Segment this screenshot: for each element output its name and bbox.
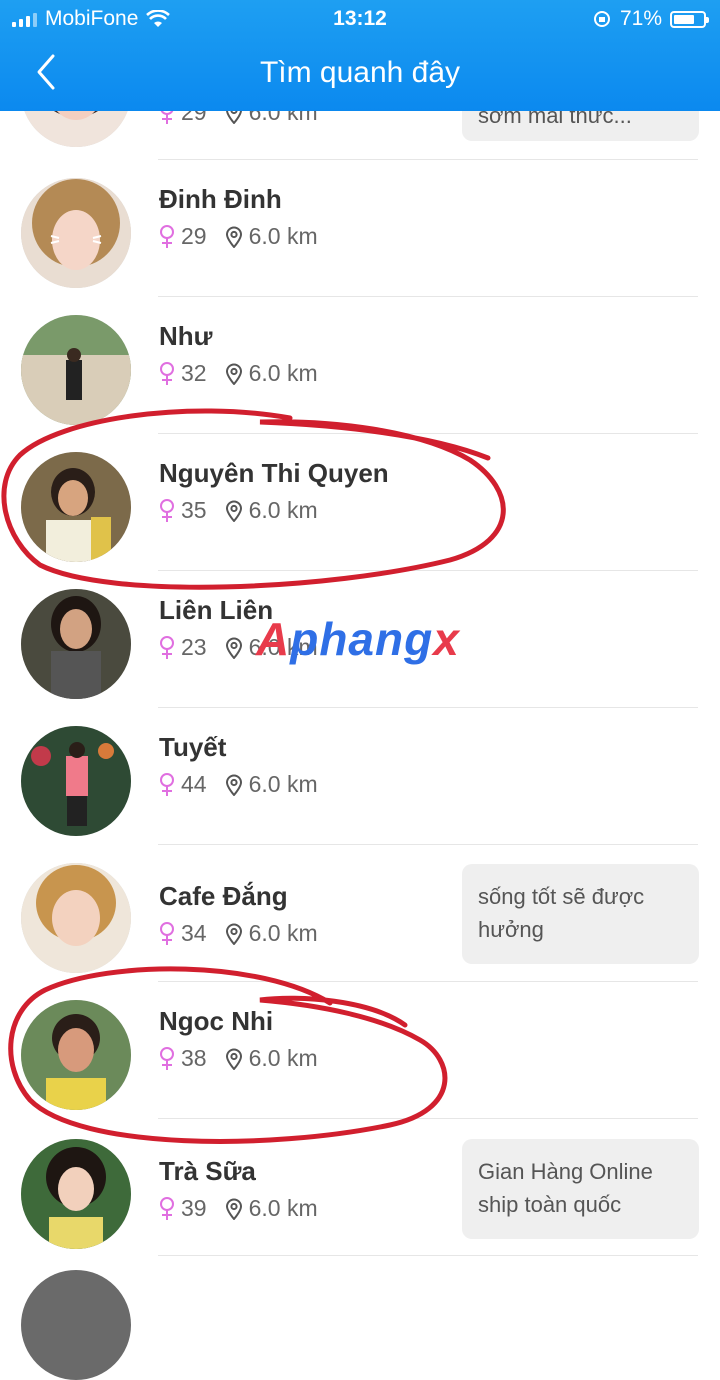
user-distance: 6.0 km <box>248 1045 318 1071</box>
user-name: Như <box>159 321 213 351</box>
status-bubble: Gian Hàng Online ship toàn quốc <box>462 1139 699 1239</box>
female-icon <box>159 1196 175 1221</box>
battery-icon <box>670 10 709 28</box>
user-meta: 38 6.0 km <box>159 1045 318 1072</box>
female-icon <box>159 361 175 386</box>
user-meta: 39 6.0 km <box>159 1195 318 1222</box>
female-icon <box>159 498 175 523</box>
location-pin-icon <box>225 923 243 945</box>
user-name: Cafe Đắng <box>159 881 288 911</box>
user-distance: 6.0 km <box>248 771 318 797</box>
list-item[interactable]: Như 32 6.0 km <box>0 297 720 434</box>
user-distance: 6.0 km <box>248 360 318 386</box>
female-icon <box>159 772 175 797</box>
user-age: 39 <box>181 1195 207 1221</box>
avatar <box>21 315 131 425</box>
user-age: 34 <box>181 920 207 946</box>
avatar <box>21 452 131 562</box>
top-bar: MobiFone 13:12 71% Tìm quanh đây <box>0 0 720 111</box>
location-pin-icon <box>225 226 243 248</box>
battery-percent: 71% <box>619 7 662 30</box>
user-age: 29 <box>181 223 207 249</box>
location-pin-icon <box>225 1198 243 1220</box>
user-age: 44 <box>181 771 207 797</box>
female-icon <box>159 1046 175 1071</box>
location-pin-icon <box>225 500 243 522</box>
list-item[interactable]: Nguyên Thi Quyen 35 6.0 km <box>0 434 720 571</box>
user-name: Trà Sữa <box>159 1156 256 1186</box>
divider <box>158 1255 698 1256</box>
list-item[interactable]: Đinh Đinh 29 6.0 km <box>0 160 720 297</box>
status-bar: MobiFone 13:12 71% <box>0 0 720 38</box>
location-pin-icon <box>225 637 243 659</box>
user-age: 23 <box>181 634 207 660</box>
user-meta: 29 6.0 km <box>159 223 318 250</box>
location-pin-icon <box>225 1048 243 1070</box>
list-item[interactable]: Ngoc Nhi 38 6.0 km <box>0 982 720 1119</box>
user-name: Nguyên Thi Quyen <box>159 458 389 488</box>
female-icon <box>159 224 175 249</box>
user-distance: 6.0 km <box>248 1195 318 1221</box>
location-pin-icon <box>225 774 243 796</box>
avatar <box>21 589 131 699</box>
user-meta: 44 6.0 km <box>159 771 318 798</box>
user-name: Đinh Đinh <box>159 184 282 214</box>
user-distance: 6.0 km <box>248 634 318 660</box>
list-item[interactable]: Liên Liên 23 6.0 km <box>0 571 720 708</box>
avatar <box>21 1139 131 1249</box>
status-bubble: sống tốt sẽ được hưởng <box>462 864 699 964</box>
user-name: Tuyết <box>159 732 227 762</box>
avatar <box>21 178 131 288</box>
list-item[interactable]: Cafe Đắng 34 6.0 km sống tốt sẽ được hưở… <box>0 845 720 982</box>
user-meta: 34 6.0 km <box>159 920 318 947</box>
avatar <box>21 726 131 836</box>
page-title: Tìm quanh đây <box>259 56 461 89</box>
list-item[interactable]: Tuyết 44 6.0 km <box>0 708 720 845</box>
user-distance: 6.0 km <box>248 223 318 249</box>
user-meta: 35 6.0 km <box>159 497 318 524</box>
avatar <box>21 1270 131 1380</box>
rotation-lock-icon <box>593 11 610 27</box>
user-distance: 6.0 km <box>248 920 318 946</box>
avatar <box>21 1000 131 1110</box>
user-meta: 23 6.0 km <box>159 634 318 661</box>
user-age: 38 <box>181 1045 207 1071</box>
user-meta: 32 6.0 km <box>159 360 318 387</box>
location-pin-icon <box>225 363 243 385</box>
user-age: 35 <box>181 497 207 523</box>
list-item[interactable]: Trà Sữa 39 6.0 km Gian Hàng Online ship … <box>0 1119 720 1256</box>
user-name: Liên Liên <box>159 595 274 625</box>
female-icon <box>159 921 175 946</box>
avatar <box>21 863 131 973</box>
user-name: Ngoc Nhi <box>159 1006 274 1036</box>
user-distance: 6.0 km <box>248 497 318 523</box>
user-age: 32 <box>181 360 207 386</box>
female-icon <box>159 635 175 660</box>
